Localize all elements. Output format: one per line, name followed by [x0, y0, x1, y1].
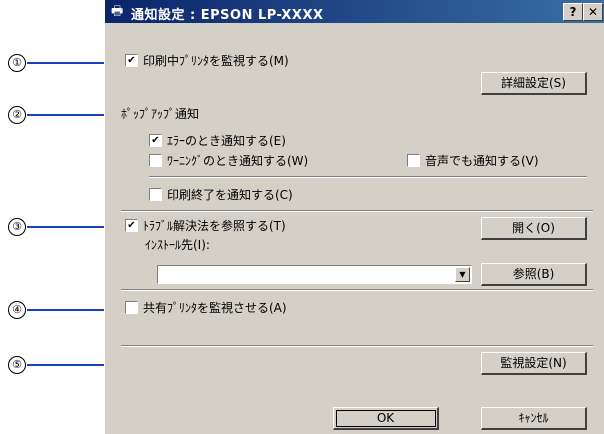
checkbox-box[interactable] — [407, 154, 420, 167]
callout-number: ④ — [8, 301, 26, 319]
callout-number: ① — [8, 54, 26, 72]
checkbox-box[interactable]: ✔ — [149, 134, 162, 147]
close-button[interactable]: ✕ — [583, 3, 603, 21]
title-bar: 🖶 通知設定 : EPSON LP-XXXX ? ✕ — [105, 0, 604, 23]
error-notify-checkbox[interactable]: ✔ ｴﾗｰのとき通知する(E) — [149, 134, 286, 149]
sound-notify-checkbox[interactable]: 音声でも通知する(V) — [407, 154, 539, 169]
open-button[interactable]: 開く(O) — [481, 217, 587, 240]
shared-printer-monitor-checkbox[interactable]: 共有ﾌﾟﾘﾝﾀを監視させる(A) — [125, 301, 287, 316]
checkbox-label: 共有ﾌﾟﾘﾝﾀを監視させる(A) — [143, 301, 287, 315]
checkbox-label: 音声でも通知する(V) — [425, 154, 539, 168]
separator — [121, 210, 593, 212]
troubleshoot-checkbox[interactable]: ✔ ﾄﾗﾌﾞﾙ解決法を参照する(T) — [125, 219, 286, 234]
checkbox-box[interactable] — [125, 301, 138, 314]
callout-number: ⑤ — [8, 356, 26, 374]
checkbox-label: 印刷中ﾌﾟﾘﾝﾀを監視する(M) — [143, 54, 289, 68]
separator — [149, 176, 587, 178]
checkbox-box[interactable]: ✔ — [125, 219, 138, 232]
chevron-down-icon[interactable]: ▼ — [455, 267, 470, 282]
print-end-notify-checkbox[interactable]: 印刷終了を通知する(C) — [149, 188, 293, 203]
cancel-button[interactable]: ｷｬﾝｾﾙ — [481, 407, 587, 430]
browse-button[interactable]: 参照(B) — [481, 263, 587, 286]
checkbox-label: 印刷終了を通知する(C) — [167, 188, 293, 202]
monitor-printer-checkbox[interactable]: ✔ 印刷中ﾌﾟﾘﾝﾀを監視する(M) — [125, 54, 289, 69]
checkbox-box[interactable] — [149, 154, 162, 167]
notification-settings-dialog: 🖶 通知設定 : EPSON LP-XXXX ? ✕ ✔ 印刷中ﾌﾟﾘﾝﾀを監視す… — [104, 0, 604, 434]
callout-line — [27, 114, 115, 116]
warning-notify-checkbox[interactable]: ﾜｰﾆﾝｸﾞのとき通知する(W) — [149, 154, 308, 169]
monitor-settings-button[interactable]: 監視設定(N) — [481, 352, 587, 375]
checkbox-label: ﾄﾗﾌﾞﾙ解決法を参照する(T) — [143, 219, 286, 233]
checkbox-label: ｴﾗｰのとき通知する(E) — [167, 134, 286, 148]
checkbox-label: ﾜｰﾆﾝｸﾞのとき通知する(W) — [167, 154, 309, 168]
callout-number: ② — [8, 106, 26, 124]
checkbox-box[interactable]: ✔ — [125, 54, 138, 67]
ok-button[interactable]: OK — [333, 407, 439, 430]
help-button[interactable]: ? — [563, 3, 583, 21]
separator — [121, 289, 593, 291]
printer-settings-icon: 🖶 — [111, 4, 124, 19]
callout-number: ③ — [8, 218, 26, 236]
checkbox-box[interactable] — [149, 188, 162, 201]
separator — [121, 345, 593, 347]
detail-settings-button[interactable]: 詳細設定(S) — [481, 72, 587, 95]
install-location-combobox[interactable]: ▼ — [157, 265, 472, 284]
window-title: 通知設定 : EPSON LP-XXXX — [131, 8, 324, 23]
install-location-label: ｲﾝｽﾄｰﾙ先(I): — [145, 238, 210, 252]
popup-heading: ﾎﾟｯﾌﾟｱｯﾌﾟ通知 — [121, 107, 200, 121]
